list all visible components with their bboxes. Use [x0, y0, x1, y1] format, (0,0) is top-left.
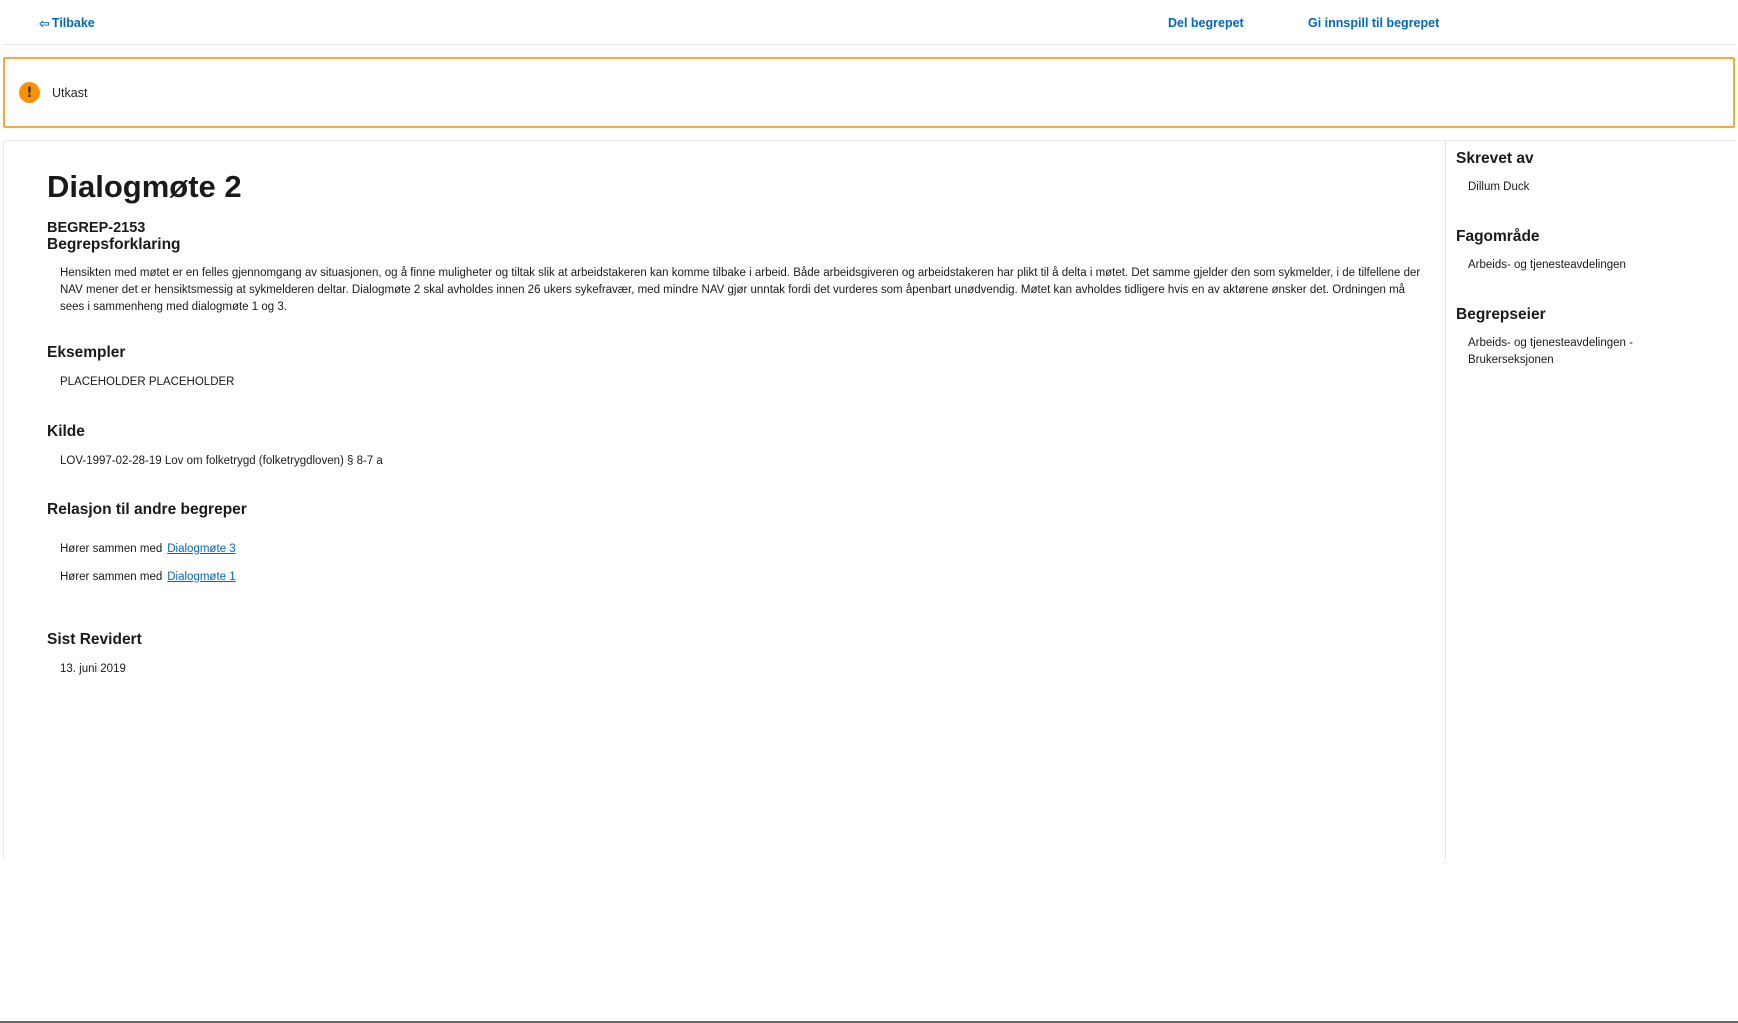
- top-navigation-bar: ⇦ Tilbake Del begrepet Gi innspill til b…: [3, 0, 1735, 45]
- author-heading: Skrevet av: [1456, 150, 1534, 167]
- draft-status-text: Utkast: [52, 85, 88, 100]
- relation-link-dialogmote-3[interactable]: Dialogmøte 3: [167, 543, 235, 555]
- draft-status-banner: ! Utkast: [3, 57, 1735, 128]
- give-feedback-link[interactable]: Gi innspill til begrepet: [1308, 16, 1439, 30]
- relation-link-dialogmote-1[interactable]: Dialogmøte 1: [167, 571, 235, 583]
- page: ⇦ Tilbake Del begrepet Gi innspill til b…: [0, 0, 1738, 1023]
- page-title: Dialogmøte 2: [47, 169, 242, 204]
- back-link[interactable]: ⇦ Tilbake: [39, 16, 95, 30]
- owner-heading: Begrepseier: [1456, 306, 1546, 323]
- explanation-heading: Begrepsforklaring: [47, 236, 181, 253]
- owner-value: Arbeids- og tjenesteavdelingen - Brukers…: [1468, 337, 1633, 366]
- source-heading: Kilde: [47, 423, 85, 440]
- domain-value: Arbeids- og tjenesteavdelingen: [1468, 259, 1626, 271]
- share-concept-link[interactable]: Del begrepet: [1168, 16, 1244, 30]
- exclamation-circle-icon: !: [19, 82, 40, 103]
- source-text: LOV-1997-02-28-19 Lov om folketrygd (fol…: [60, 455, 383, 467]
- relation-item: Hører sammen med Dialogmøte 1: [60, 571, 236, 583]
- concept-id: BEGREP-2153: [47, 220, 146, 236]
- relation-type-label: Hører sammen med: [60, 571, 163, 583]
- relation-type-label: Hører sammen med: [60, 543, 163, 555]
- relation-item: Hører sammen med Dialogmøte 3: [60, 543, 236, 555]
- examples-heading: Eksempler: [47, 344, 126, 361]
- last-revised-heading: Sist Revidert: [47, 631, 142, 648]
- explanation-text: Hensikten med møtet er en felles gjennom…: [60, 267, 1421, 313]
- concept-main-content: Dialogmøte 2 BEGREP-2153 Begrepsforklari…: [3, 141, 1445, 858]
- domain-heading: Fagområde: [1456, 228, 1540, 245]
- arrow-left-icon: ⇦: [39, 15, 50, 31]
- relations-heading: Relasjon til andre begreper: [47, 501, 247, 518]
- examples-text: PLACEHOLDER PLACEHOLDER: [60, 376, 235, 388]
- concept-metadata-sidebar: Skrevet av Dillum Duck Fagområde Arbeids…: [1445, 141, 1735, 858]
- back-link-label: Tilbake: [51, 16, 95, 30]
- author-value: Dillum Duck: [1468, 181, 1530, 193]
- last-revised-date: 13. juni 2019: [60, 663, 126, 675]
